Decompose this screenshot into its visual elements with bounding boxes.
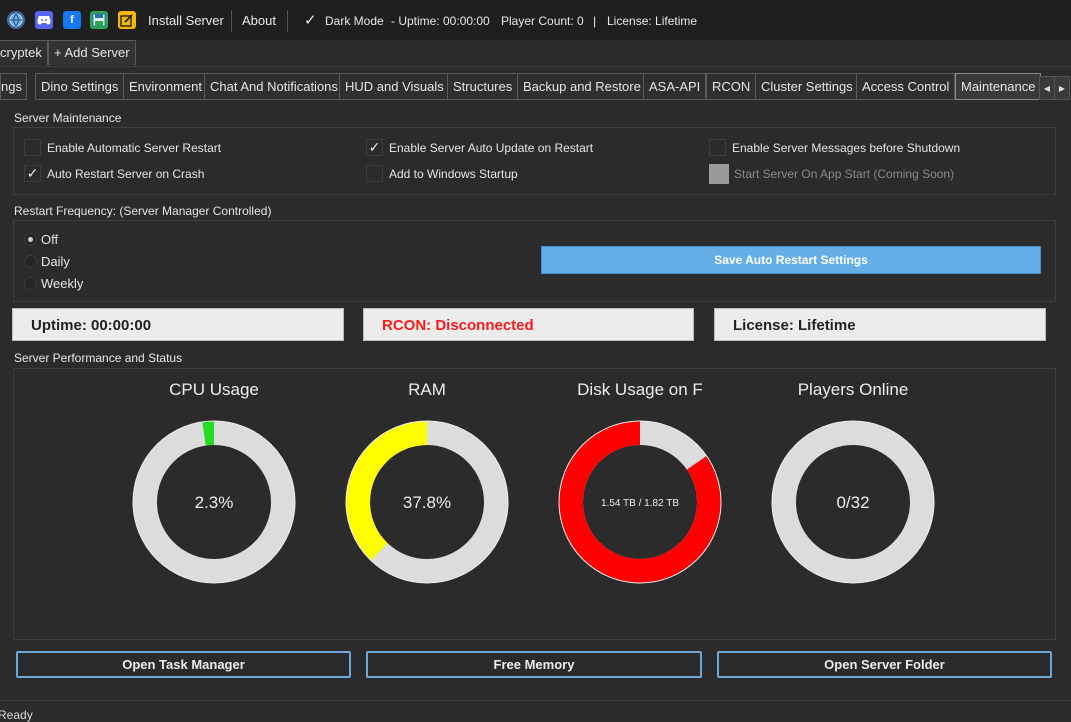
toolbar-divider: | — [593, 14, 597, 28]
windows-startup-checkbox[interactable] — [366, 165, 383, 182]
top-toolbar: f Install Server About ✓ Dark Mode - Upt… — [0, 0, 1071, 42]
toolbar-separator — [231, 10, 232, 32]
uptime-readout: - Uptime: 00:00:00 — [391, 14, 490, 28]
disk-donut-label: 1.54 TB / 1.82 TB — [601, 498, 679, 509]
free-memory-button[interactable]: Free Memory — [366, 651, 702, 678]
tab-hud-and-visuals[interactable]: HUD and Visuals — [339, 73, 450, 100]
maintenance-group-title: Server Maintenance — [14, 111, 122, 125]
restart-on-crash-checkbox[interactable]: ✓ — [24, 165, 41, 182]
auto-update-label: Enable Server Auto Update on Restart — [389, 141, 594, 155]
license-readout: License: Lifetime — [607, 14, 698, 28]
tab-structures[interactable]: Structures — [447, 73, 519, 100]
server-tab-cryptek[interactable]: cryptek — [0, 40, 48, 65]
performance-group-title: Server Performance and Status — [14, 351, 183, 365]
radio-weekly-label: Weekly — [41, 276, 84, 291]
auto-update-checkbox[interactable]: ✓ — [366, 139, 383, 156]
save-auto-restart-button[interactable]: Save Auto Restart Settings — [541, 246, 1041, 274]
cpu-donut-label: 2.3% — [195, 493, 234, 512]
players-donut-chart: 0/32 — [771, 420, 935, 584]
discord-icon[interactable] — [35, 11, 53, 29]
open-task-manager-button[interactable]: Open Task Manager — [16, 651, 351, 678]
ram-donut-label: 37.8% — [403, 493, 451, 512]
radio-off[interactable] — [24, 233, 37, 246]
tab-cluster-settings[interactable]: Cluster Settings — [755, 73, 859, 100]
about-menu[interactable]: About — [242, 13, 276, 28]
disk-donut-chart: 1.54 TB / 1.82 TB — [558, 420, 722, 584]
auto-restart-label: Enable Automatic Server Restart — [47, 141, 222, 155]
save-icon[interactable] — [90, 11, 108, 29]
server-tab-bar: cryptek + Add Server — [0, 40, 1071, 67]
tab-asa-api[interactable]: ASA-API — [643, 73, 707, 100]
tab-access-control[interactable]: Access Control — [856, 73, 956, 100]
disk-chart-title: Disk Usage on F — [577, 380, 703, 399]
radio-off-label: Off — [41, 232, 59, 247]
add-server-tab[interactable]: + Add Server — [48, 40, 136, 65]
cpu-chart-title: CPU Usage — [169, 380, 259, 399]
tab-chat-and-notifications[interactable]: Chat And Notifications — [204, 73, 344, 100]
settings-tab-bar: ings Dino Settings Environment Chat And … — [0, 72, 1071, 100]
player-count-readout: Player Count: 0 — [501, 14, 584, 28]
license-status-box: License: Lifetime — [714, 308, 1046, 341]
radio-weekly[interactable] — [24, 277, 37, 290]
install-server-menu[interactable]: Install Server — [148, 13, 224, 28]
tab-scroll-right-icon[interactable]: ▶ — [1054, 76, 1070, 100]
start-on-app-checkbox — [709, 164, 729, 184]
globe-icon[interactable] — [7, 11, 25, 29]
status-bar: Ready — [0, 700, 1071, 722]
toolbar-separator — [287, 10, 288, 32]
ram-donut-chart: 37.8% — [345, 420, 509, 584]
radio-daily[interactable] — [24, 255, 37, 268]
shutdown-messages-label: Enable Server Messages before Shutdown — [732, 141, 961, 155]
maintenance-group — [13, 127, 1056, 195]
tab-maintenance[interactable]: Maintenance — [955, 73, 1042, 100]
tab-backup-and-restore[interactable]: Backup and Restore — [517, 73, 647, 100]
status-bar-text: Ready — [0, 708, 33, 722]
players-donut-label: 0/32 — [836, 493, 869, 512]
radio-daily-label: Daily — [41, 254, 70, 269]
players-chart-title: Players Online — [797, 380, 909, 399]
shutdown-messages-checkbox[interactable] — [709, 139, 726, 156]
restart-frequency-title: Restart Frequency: (Server Manager Contr… — [14, 204, 272, 218]
edit-icon[interactable] — [118, 11, 136, 29]
auto-restart-checkbox[interactable] — [24, 139, 41, 156]
facebook-icon[interactable]: f — [63, 11, 81, 29]
ram-chart-title: RAM — [408, 380, 446, 399]
tab-environment[interactable]: Environment — [123, 73, 208, 100]
cpu-donut-chart: 2.3% — [132, 420, 296, 584]
restart-on-crash-label: Auto Restart Server on Crash — [47, 167, 205, 181]
windows-startup-label: Add to Windows Startup — [389, 167, 518, 181]
dark-mode-label[interactable]: Dark Mode — [325, 14, 384, 28]
tab-scroll-left-icon[interactable]: ◀ — [1039, 76, 1055, 100]
start-on-app-label: Start Server On App Start (Coming Soon) — [734, 167, 955, 181]
rcon-status-box: RCON: Disconnected — [363, 308, 694, 341]
dark-mode-check[interactable]: ✓ — [304, 11, 317, 29]
tab-settings-partial[interactable]: ings — [0, 73, 27, 100]
open-server-folder-button[interactable]: Open Server Folder — [717, 651, 1052, 678]
tab-dino-settings[interactable]: Dino Settings — [35, 73, 125, 100]
tab-rcon[interactable]: RCON — [706, 73, 757, 100]
uptime-status-box: Uptime: 00:00:00 — [12, 308, 344, 341]
